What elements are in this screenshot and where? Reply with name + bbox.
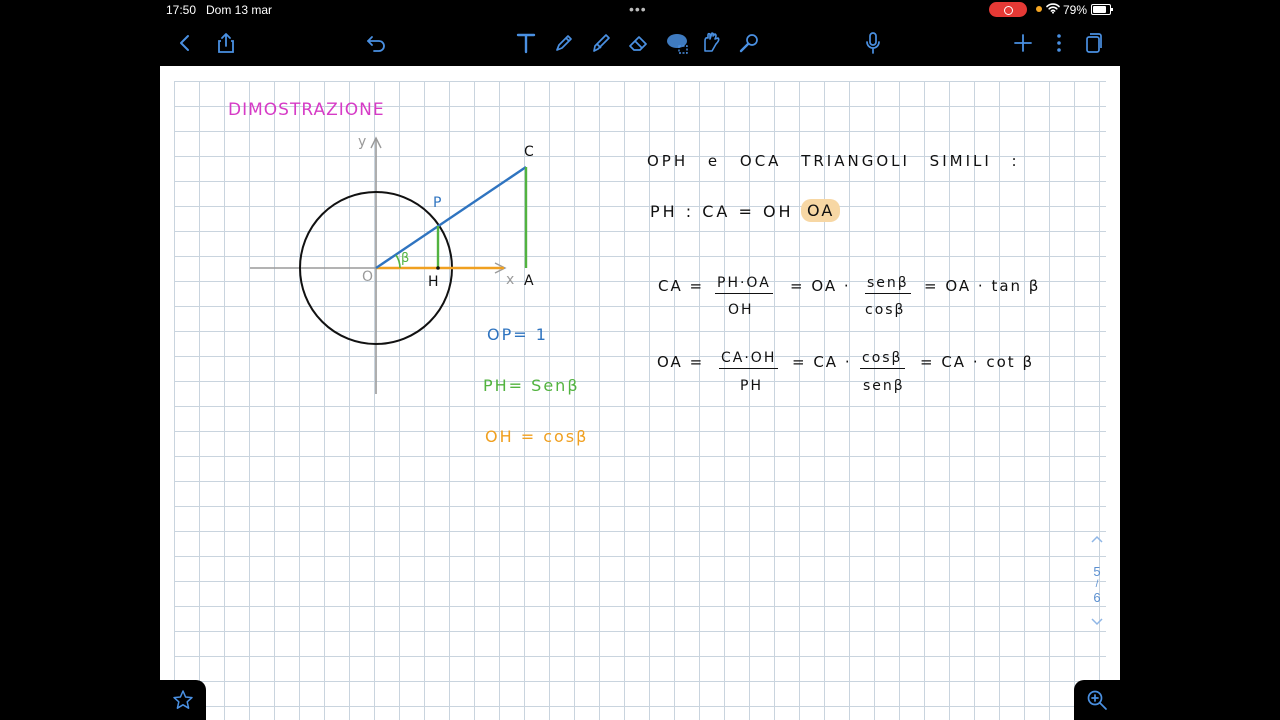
eq2-rhs: = CA · cot β [920,353,1035,371]
eq2-lhs: OA = [657,353,705,371]
toolbar [160,20,1120,66]
eq1-frac1-den: OH [728,302,754,318]
point-p-label: P [433,195,444,211]
share-icon[interactable] [211,28,241,58]
status-time: 17:50 [166,3,197,17]
eq1-frac2-den: cosβ [865,302,906,318]
microphone-icon[interactable] [858,28,888,58]
mic-indicator-icon [1036,6,1042,12]
shapes-icon[interactable] [697,28,727,58]
page-indicator: 5 / 6 [1084,532,1110,647]
text-tool-icon[interactable] [511,28,541,58]
status-date: Dom 13 mar [206,3,273,17]
eraser-icon[interactable] [624,28,654,58]
back-icon[interactable] [170,28,200,58]
page-up-icon[interactable] [1084,532,1110,554]
multitasking-dots-icon[interactable]: ••• [629,1,647,17]
more-icon[interactable] [1044,28,1074,58]
eq1-rhs: = OA · tan β [924,277,1041,295]
note-title: DIMOSTRAZIONE [228,100,385,120]
battery-icon [1091,4,1113,15]
eq2-frac2-num: cosβ [860,350,905,369]
proportion-left: PH : CA = OH : [650,202,811,221]
proportion-highlight: OA [801,199,841,222]
favorite-star-icon[interactable] [160,680,206,720]
legend-oh: OH = cosβ [485,427,589,446]
highlighter-icon[interactable] [587,28,617,58]
legend-ph: PH= Senβ [483,376,580,395]
page-separator: / [1095,579,1099,590]
status-bar: 17:50 Dom 13 mar ••• 79% [0,0,1280,20]
legend-op: OP= 1 [487,325,548,344]
point-a-label: A [524,273,536,289]
eq1-frac2-num: senβ [865,275,911,294]
total-pages: 6 [1093,590,1101,605]
eq2-frac2-den: senβ [863,378,905,394]
lasso-icon[interactable] [662,28,692,58]
eq1-lhs: CA = [658,277,705,295]
undo-icon[interactable] [361,28,391,58]
page-down-icon[interactable] [1084,615,1110,630]
point-h-label: H [428,274,441,290]
similar-triangles-heading: OPH e OCA TRIANGOLI SIMILI : [647,152,1020,170]
y-axis-label: y [358,134,369,150]
x-axis-label: x [506,272,517,288]
eq2-frac1-num: CA·OH [719,350,779,369]
angle-beta-label: β [401,251,412,266]
eq2-frac1-den: PH [740,378,763,394]
eq1-mid: = OA · [790,277,851,295]
zoom-icon[interactable] [1074,680,1120,720]
wifi-icon [1046,2,1060,17]
point-c-label: C [524,144,536,160]
add-icon[interactable] [1008,28,1038,58]
origin-label: O [362,269,376,285]
notebook-page[interactable]: DIMOSTRAZIONE y x O P H A C β OP= 1 PH= … [160,66,1120,720]
point-h-dot [436,266,440,270]
laser-pointer-icon[interactable] [734,28,764,58]
current-page: 5 [1093,564,1101,579]
eq2-mid: = CA · [792,353,852,371]
screen-recording-icon [989,2,1027,17]
angle-arc [395,254,401,269]
pages-icon[interactable] [1079,28,1109,58]
battery-percent: 79% [1063,3,1088,17]
pen-icon[interactable] [549,28,579,58]
eq1-frac1-num: PH·OA [715,275,773,294]
